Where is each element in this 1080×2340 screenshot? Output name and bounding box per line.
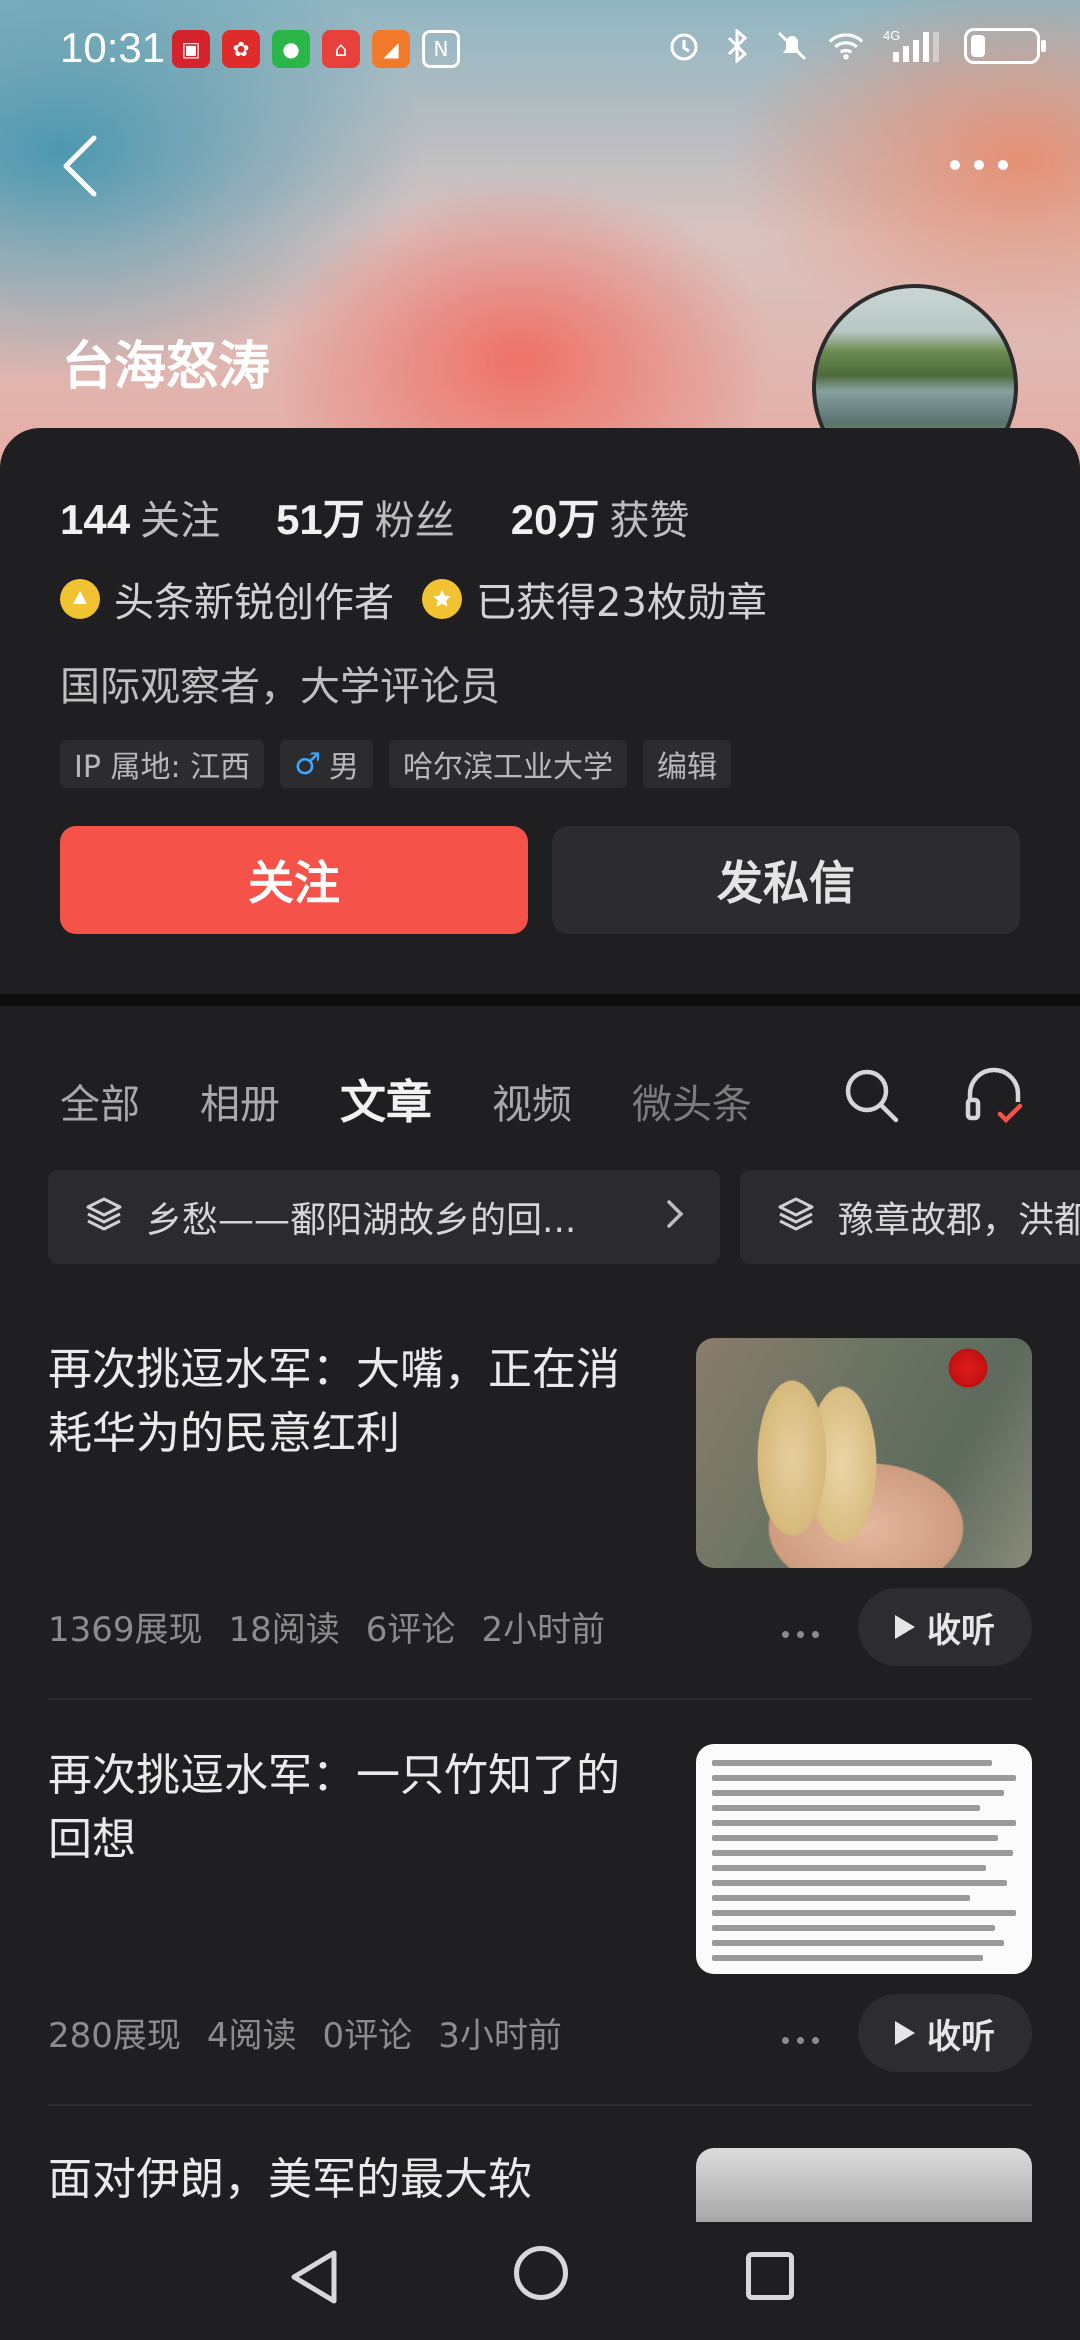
stat-likes[interactable]: 20万 获赞 (511, 486, 690, 547)
collection-item[interactable]: 乡愁——鄱阳湖故乡的回... (48, 1170, 720, 1264)
article-item[interactable]: 再次挑逗水军：一只竹知了的回想 280展现 4阅读 0评论 3小时前 收听 (48, 1744, 1032, 2084)
headphones-icon[interactable] (962, 1062, 1026, 1126)
article-views: 280展现 (48, 2016, 181, 2056)
article-item[interactable]: 再次挑逗水军：大嘴，正在消耗华为的民意红利 1369展现 18阅读 6评论 2小… (48, 1338, 1032, 1678)
layers-icon (776, 1193, 816, 1242)
article-thumbnail[interactable] (696, 1338, 1032, 1568)
listen-label: 收听 (927, 1610, 995, 1651)
mute-icon (774, 28, 810, 64)
tab-micro-posts[interactable]: 微头条 (632, 1072, 752, 1130)
medals-badge[interactable]: 已获得23枚勋章 (422, 570, 767, 628)
profile-bio: 国际观察者，大学评论员 (60, 664, 500, 710)
tab-videos[interactable]: 视频 (492, 1072, 572, 1130)
toutiao-app-icon: ◢ (372, 30, 410, 68)
nfc-icon: N (422, 30, 460, 68)
tab-articles[interactable]: 文章 (340, 1066, 432, 1132)
article-meta: 1369展现 18阅读 6评论 2小时前 (48, 1602, 605, 1651)
profile-actions: 关注 发私信 (60, 826, 1020, 934)
medals-badge-label: 已获得23枚勋章 (476, 580, 767, 626)
collection-label: 豫章故郡，洪都 (838, 1200, 1080, 1241)
stat-following[interactable]: 144 关注 (60, 488, 220, 546)
article-title[interactable]: 再次挑逗水军：一只竹知了的回想 (48, 1744, 658, 1872)
gender-label: 男 (329, 750, 360, 785)
notification-icons: ▣ ✿ ● ⌂ ◢ N (172, 30, 460, 68)
article-title[interactable]: 再次挑逗水军：大嘴，正在消耗华为的民意红利 (48, 1338, 658, 1466)
collection-label: 乡愁——鄱阳湖故乡的回... (146, 1200, 577, 1241)
listen-button[interactable]: 收听 (858, 1994, 1032, 2072)
section-divider (0, 994, 1080, 1006)
huawei-app-icon: ✿ (222, 30, 260, 68)
article-time: 3小时前 (438, 2016, 562, 2056)
profile-name: 台海怒涛 (62, 337, 271, 397)
article-thumbnail[interactable] (696, 2148, 1032, 2222)
article-comments: 0评论 (322, 2016, 413, 2056)
ip-location-tag: IP 属地: 江西 (60, 740, 265, 788)
chevron-right-icon (666, 1197, 684, 1238)
system-back-icon[interactable] (286, 2248, 342, 2306)
listen-label: 收听 (927, 2016, 995, 2057)
listen-button[interactable]: 收听 (858, 1588, 1032, 1666)
status-bar: 10:31 ▣ ✿ ● ⌂ ◢ N 4G (0, 0, 1080, 100)
signal-icon: 4G (882, 28, 946, 64)
article-meta: 280展现 4阅读 0评论 3小时前 (48, 2008, 562, 2057)
tab-album[interactable]: 相册 (200, 1072, 280, 1130)
play-icon (895, 1615, 915, 1639)
wechat-icon: ● (272, 30, 310, 68)
search-icon[interactable] (842, 1066, 900, 1124)
back-icon[interactable] (60, 134, 100, 198)
article-time: 2小时前 (481, 1610, 606, 1650)
male-icon: ♂ (294, 746, 322, 782)
creator-badge-label: 头条新锐创作者 (114, 580, 394, 626)
content-tabs: 全部 相册 文章 视频 微头条 (60, 1066, 752, 1132)
profile-stats: 144 关注 51万 粉丝 20万 获赞 (60, 486, 690, 547)
system-home-icon[interactable] (514, 2246, 568, 2300)
status-right: 4G (666, 28, 1046, 64)
news-app-icon: ▣ (172, 30, 210, 68)
message-button[interactable]: 发私信 (552, 826, 1020, 934)
bluetooth-icon (720, 28, 756, 64)
collection-item[interactable]: 豫章故郡，洪都 (740, 1170, 1080, 1264)
more-options-icon[interactable] (950, 150, 1020, 180)
school-tag: 哈尔滨工业大学 (389, 740, 628, 788)
follow-button[interactable]: 关注 (60, 826, 528, 934)
layers-icon (84, 1193, 124, 1242)
play-icon (895, 2021, 915, 2045)
more-icon[interactable] (782, 2030, 832, 2050)
creator-badge-icon (60, 579, 100, 619)
system-recents-icon[interactable] (746, 2252, 794, 2300)
battery-icon (964, 28, 1046, 64)
divider (48, 1698, 1032, 1700)
badges: 头条新锐创作者 已获得23枚勋章 (60, 570, 767, 628)
article-thumbnail[interactable] (696, 1744, 1032, 1974)
article-comments: 6评论 (365, 1610, 456, 1650)
profile-tags: IP 属地: 江西 ♂ 男 哈尔滨工业大学 编辑 (60, 740, 732, 788)
network-type: 4G (883, 28, 900, 43)
article-item[interactable]: 面对伊朗，美军的最大软 (48, 2148, 1032, 2222)
tab-all[interactable]: 全部 (60, 1072, 140, 1130)
system-navigation-bar (0, 2222, 1080, 2340)
creator-badge[interactable]: 头条新锐创作者 (60, 570, 394, 628)
profile-card: 144 关注 51万 粉丝 20万 获赞 头条新锐创作者 已获得23枚勋章 国际观察者… (0, 428, 1080, 994)
article-reads: 4阅读 (206, 2016, 297, 2056)
gender-tag: ♂ 男 (280, 740, 374, 788)
article-views: 1369展现 (48, 1610, 203, 1650)
collections-row: 乡愁——鄱阳湖故乡的回... 豫章故郡，洪都 (48, 1170, 1080, 1264)
stat-followers[interactable]: 51万 粉丝 (276, 486, 455, 547)
article-reads: 18阅读 (228, 1610, 340, 1650)
status-time: 10:31 (60, 24, 166, 71)
more-icon[interactable] (782, 1624, 832, 1644)
home-app-icon: ⌂ (322, 30, 360, 68)
divider (48, 2104, 1032, 2106)
article-title[interactable]: 面对伊朗，美军的最大软 (48, 2148, 658, 2212)
alarm-icon (666, 28, 702, 64)
medal-icon (422, 579, 462, 619)
wifi-icon (828, 28, 864, 64)
role-tag: 编辑 (643, 740, 732, 788)
